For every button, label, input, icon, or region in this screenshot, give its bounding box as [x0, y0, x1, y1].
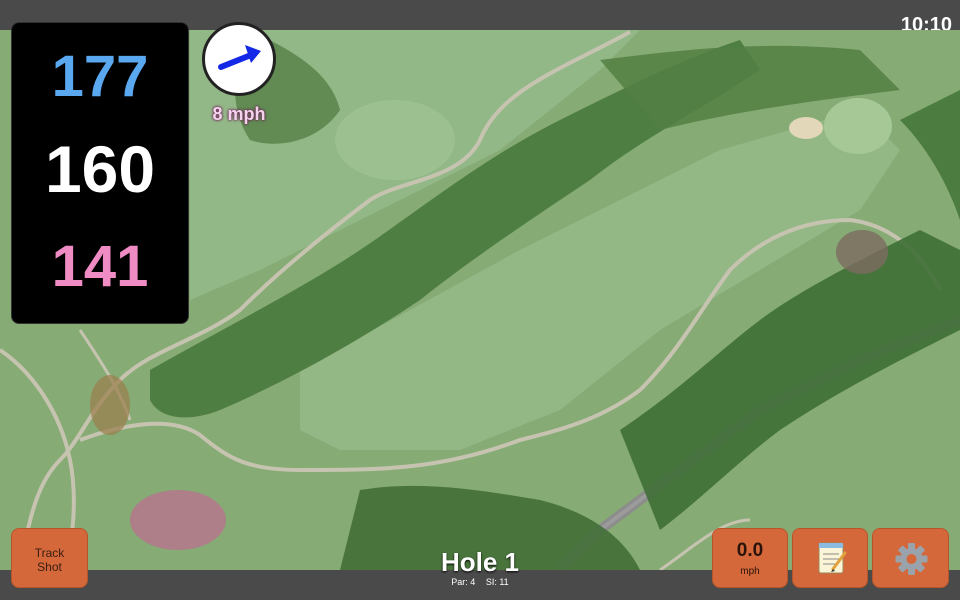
front-yardage: 141	[51, 234, 149, 299]
notepad-icon	[818, 542, 847, 574]
wind-arrow-icon	[218, 45, 261, 70]
wind-indicator	[202, 22, 276, 96]
middle-yardage: 160	[44, 132, 156, 206]
hole-title: Hole 1	[440, 547, 520, 577]
back-yardage: 177	[51, 44, 149, 109]
track-shot-label-line2: Shot	[37, 560, 62, 574]
hole-stroke-index: SI: 11	[485, 577, 509, 587]
settings-button[interactable]	[872, 528, 949, 588]
hole-info: Par: 4 SI: 11	[380, 577, 580, 587]
notes-button[interactable]	[792, 528, 868, 588]
track-shot-button[interactable]: Track Shot	[11, 528, 88, 588]
yardage-panel: 177 160 141	[11, 22, 189, 324]
wind-speed-label: 8 mph	[212, 104, 266, 124]
speed-value: 0.0	[736, 540, 764, 561]
hole-par: Par: 4	[451, 577, 476, 587]
track-shot-label-line1: Track	[34, 546, 65, 560]
gear-icon	[895, 543, 928, 575]
speed-unit: mph	[740, 566, 760, 577]
speed-button[interactable]: 0.0 mph	[712, 528, 788, 588]
